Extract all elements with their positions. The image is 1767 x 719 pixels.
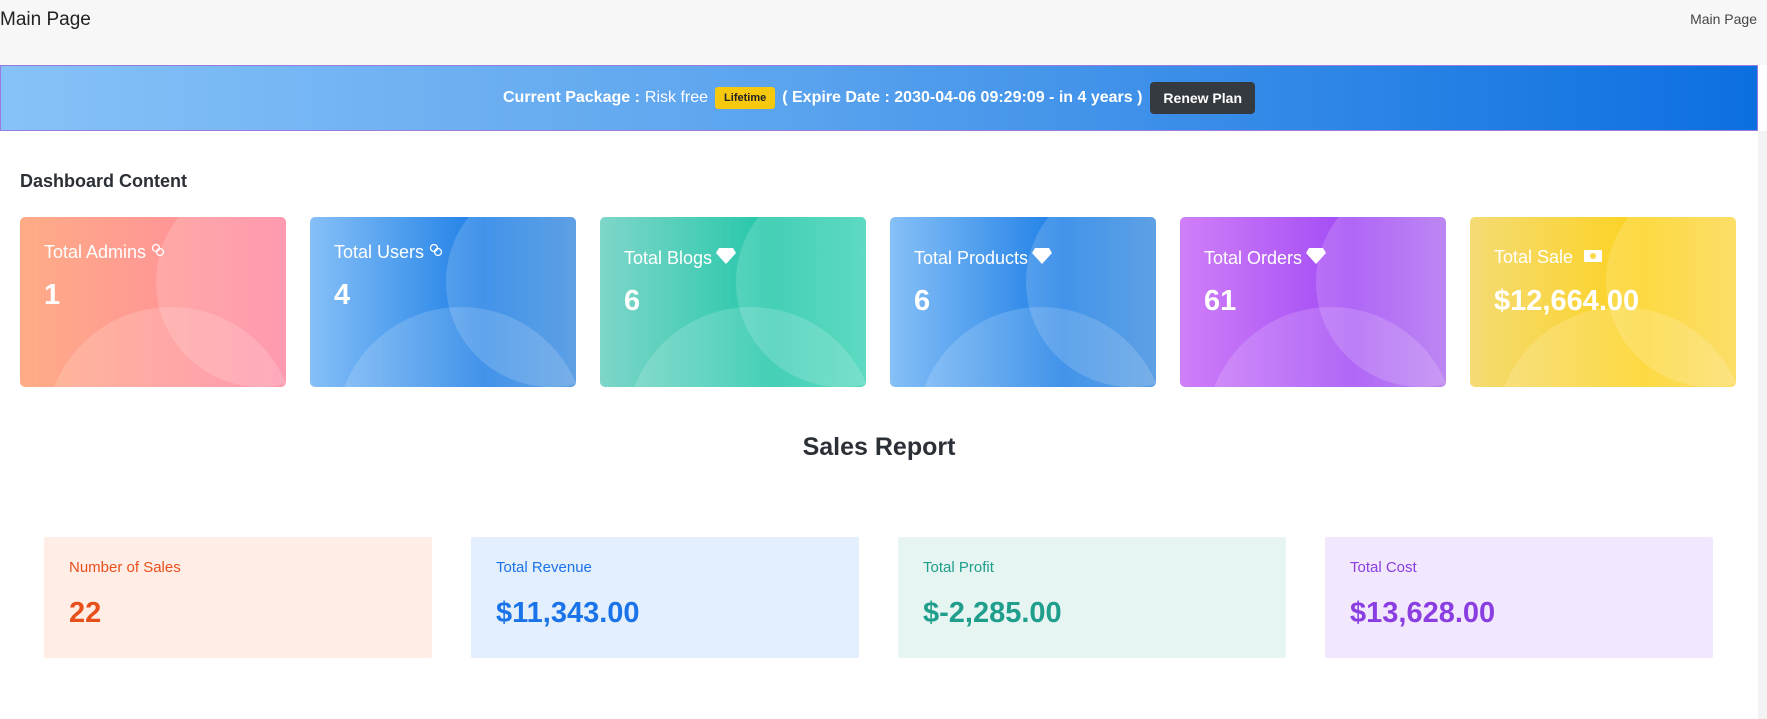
package-label: Current Package : <box>502 89 640 106</box>
users-icon <box>428 242 444 263</box>
lifetime-badge: Lifetime <box>715 87 776 109</box>
sales-report-title: Sales Report <box>802 433 956 461</box>
card-label: Total Blogs <box>624 248 713 268</box>
report-total-cost: Total Cost $13,628.00 <box>1325 537 1713 658</box>
dashboard-title: Dashboard Content <box>20 171 188 191</box>
breadcrumb[interactable]: Main Page <box>1690 11 1757 27</box>
report-total-revenue: Total Revenue $11,343.00 <box>471 537 859 658</box>
diamond-icon <box>716 247 737 270</box>
card-label: Total Orders <box>1204 248 1303 268</box>
top-bar: Main Page Main Page <box>0 0 1767 65</box>
report-value: 22 <box>69 597 102 629</box>
card-value: 6 <box>624 285 641 317</box>
scrollbar-track[interactable] <box>1758 131 1767 719</box>
expire-date: ( Expire Date : 2030-04-06 09:29:09 - in… <box>782 89 1143 106</box>
card-label: Total Products <box>914 248 1029 268</box>
report-total-profit: Total Profit $-2,285.00 <box>898 537 1286 658</box>
report-label: Number of Sales <box>69 559 181 576</box>
report-value: $13,628.00 <box>1350 597 1496 629</box>
card-value: 1 <box>44 279 61 311</box>
renew-plan-button[interactable]: Renew Plan <box>1150 82 1256 114</box>
diamond-icon <box>1306 247 1327 270</box>
page-title: Main Page <box>0 9 91 30</box>
card-value: $12,664.00 <box>1494 285 1640 317</box>
card-label: Total Sale <box>1494 247 1574 267</box>
report-label: Total Cost <box>1350 559 1417 576</box>
diamond-icon <box>1032 247 1053 270</box>
card-value: 61 <box>1204 285 1237 317</box>
package-name: Risk free <box>644 89 709 106</box>
report-label: Total Revenue <box>496 559 592 576</box>
card-total-orders[interactable]: Total Orders 61 <box>1180 217 1446 387</box>
report-number-of-sales: Number of Sales 22 <box>44 537 432 658</box>
card-value: 4 <box>334 279 351 311</box>
card-total-products[interactable]: Total Products 6 <box>890 217 1156 387</box>
card-value: 6 <box>914 285 931 317</box>
report-value: $11,343.00 <box>496 597 640 629</box>
card-total-users[interactable]: Total Users 4 <box>310 217 576 387</box>
card-total-blogs[interactable]: Total Blogs 6 <box>600 217 866 387</box>
users-icon <box>150 242 166 263</box>
card-total-admins[interactable]: Total Admins 1 <box>20 217 286 387</box>
card-label: Total Admins <box>44 242 147 262</box>
money-icon <box>1583 247 1603 268</box>
report-value: $-2,285.00 <box>923 597 1062 629</box>
card-total-sale[interactable]: Total Sale $12,664.00 <box>1470 217 1736 387</box>
report-label: Total Profit <box>923 559 994 576</box>
card-label: Total Users <box>334 242 425 262</box>
package-banner: Current Package : Risk free Lifetime ( E… <box>0 65 1758 131</box>
